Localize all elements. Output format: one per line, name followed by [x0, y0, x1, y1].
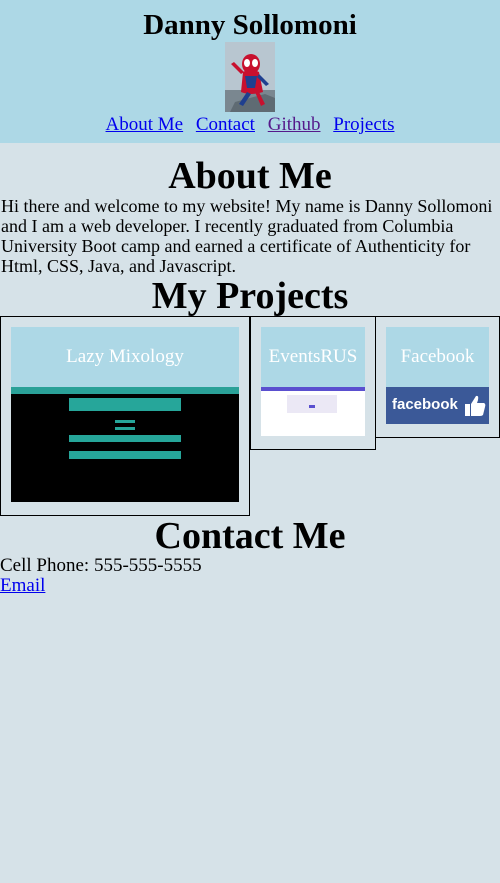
- projects-heading: My Projects: [151, 275, 349, 317]
- about-heading: About Me: [168, 155, 332, 197]
- spiderman-photo-icon: [225, 42, 275, 112]
- facebook-logo-image: facebook: [386, 387, 489, 424]
- main-nav: About Me Contact Github Projects: [0, 113, 500, 137]
- project-card-lazy-mixology[interactable]: Lazy Mixology: [0, 316, 250, 516]
- site-header: Danny Sollomoni About Me Contact Github …: [0, 0, 500, 143]
- site-title: Danny Sollomoni: [143, 9, 357, 41]
- about-text: Hi there and welcome to my website! My n…: [1, 196, 493, 276]
- project-title-facebook: Facebook: [386, 327, 489, 387]
- eventsrus-screenshot: [261, 387, 365, 436]
- project-title-eventsrus: EventsRUS: [261, 327, 365, 387]
- contact-phone: Cell Phone: 555-555-5555: [0, 555, 202, 576]
- facebook-logo-text: facebook: [392, 396, 458, 413]
- nav-link-projects[interactable]: Projects: [333, 114, 394, 135]
- thumbs-up-icon: [465, 395, 486, 416]
- project-card-facebook[interactable]: Facebook facebook: [375, 316, 500, 438]
- project-card-eventsrus[interactable]: EventsRUS: [250, 316, 376, 450]
- nav-link-github[interactable]: Github: [268, 114, 321, 135]
- nav-link-about-me[interactable]: About Me: [106, 114, 184, 135]
- contact-heading: Contact Me: [154, 515, 346, 557]
- lazy-mixology-screenshot: [11, 387, 239, 502]
- contact-email-link[interactable]: Email: [0, 575, 45, 596]
- projects-grid: Lazy Mixology EventsRUS Facebook faceboo: [0, 316, 500, 516]
- avatar: [225, 42, 275, 112]
- nav-link-contact[interactable]: Contact: [196, 114, 255, 135]
- project-title-lazy-mixology: Lazy Mixology: [11, 327, 239, 387]
